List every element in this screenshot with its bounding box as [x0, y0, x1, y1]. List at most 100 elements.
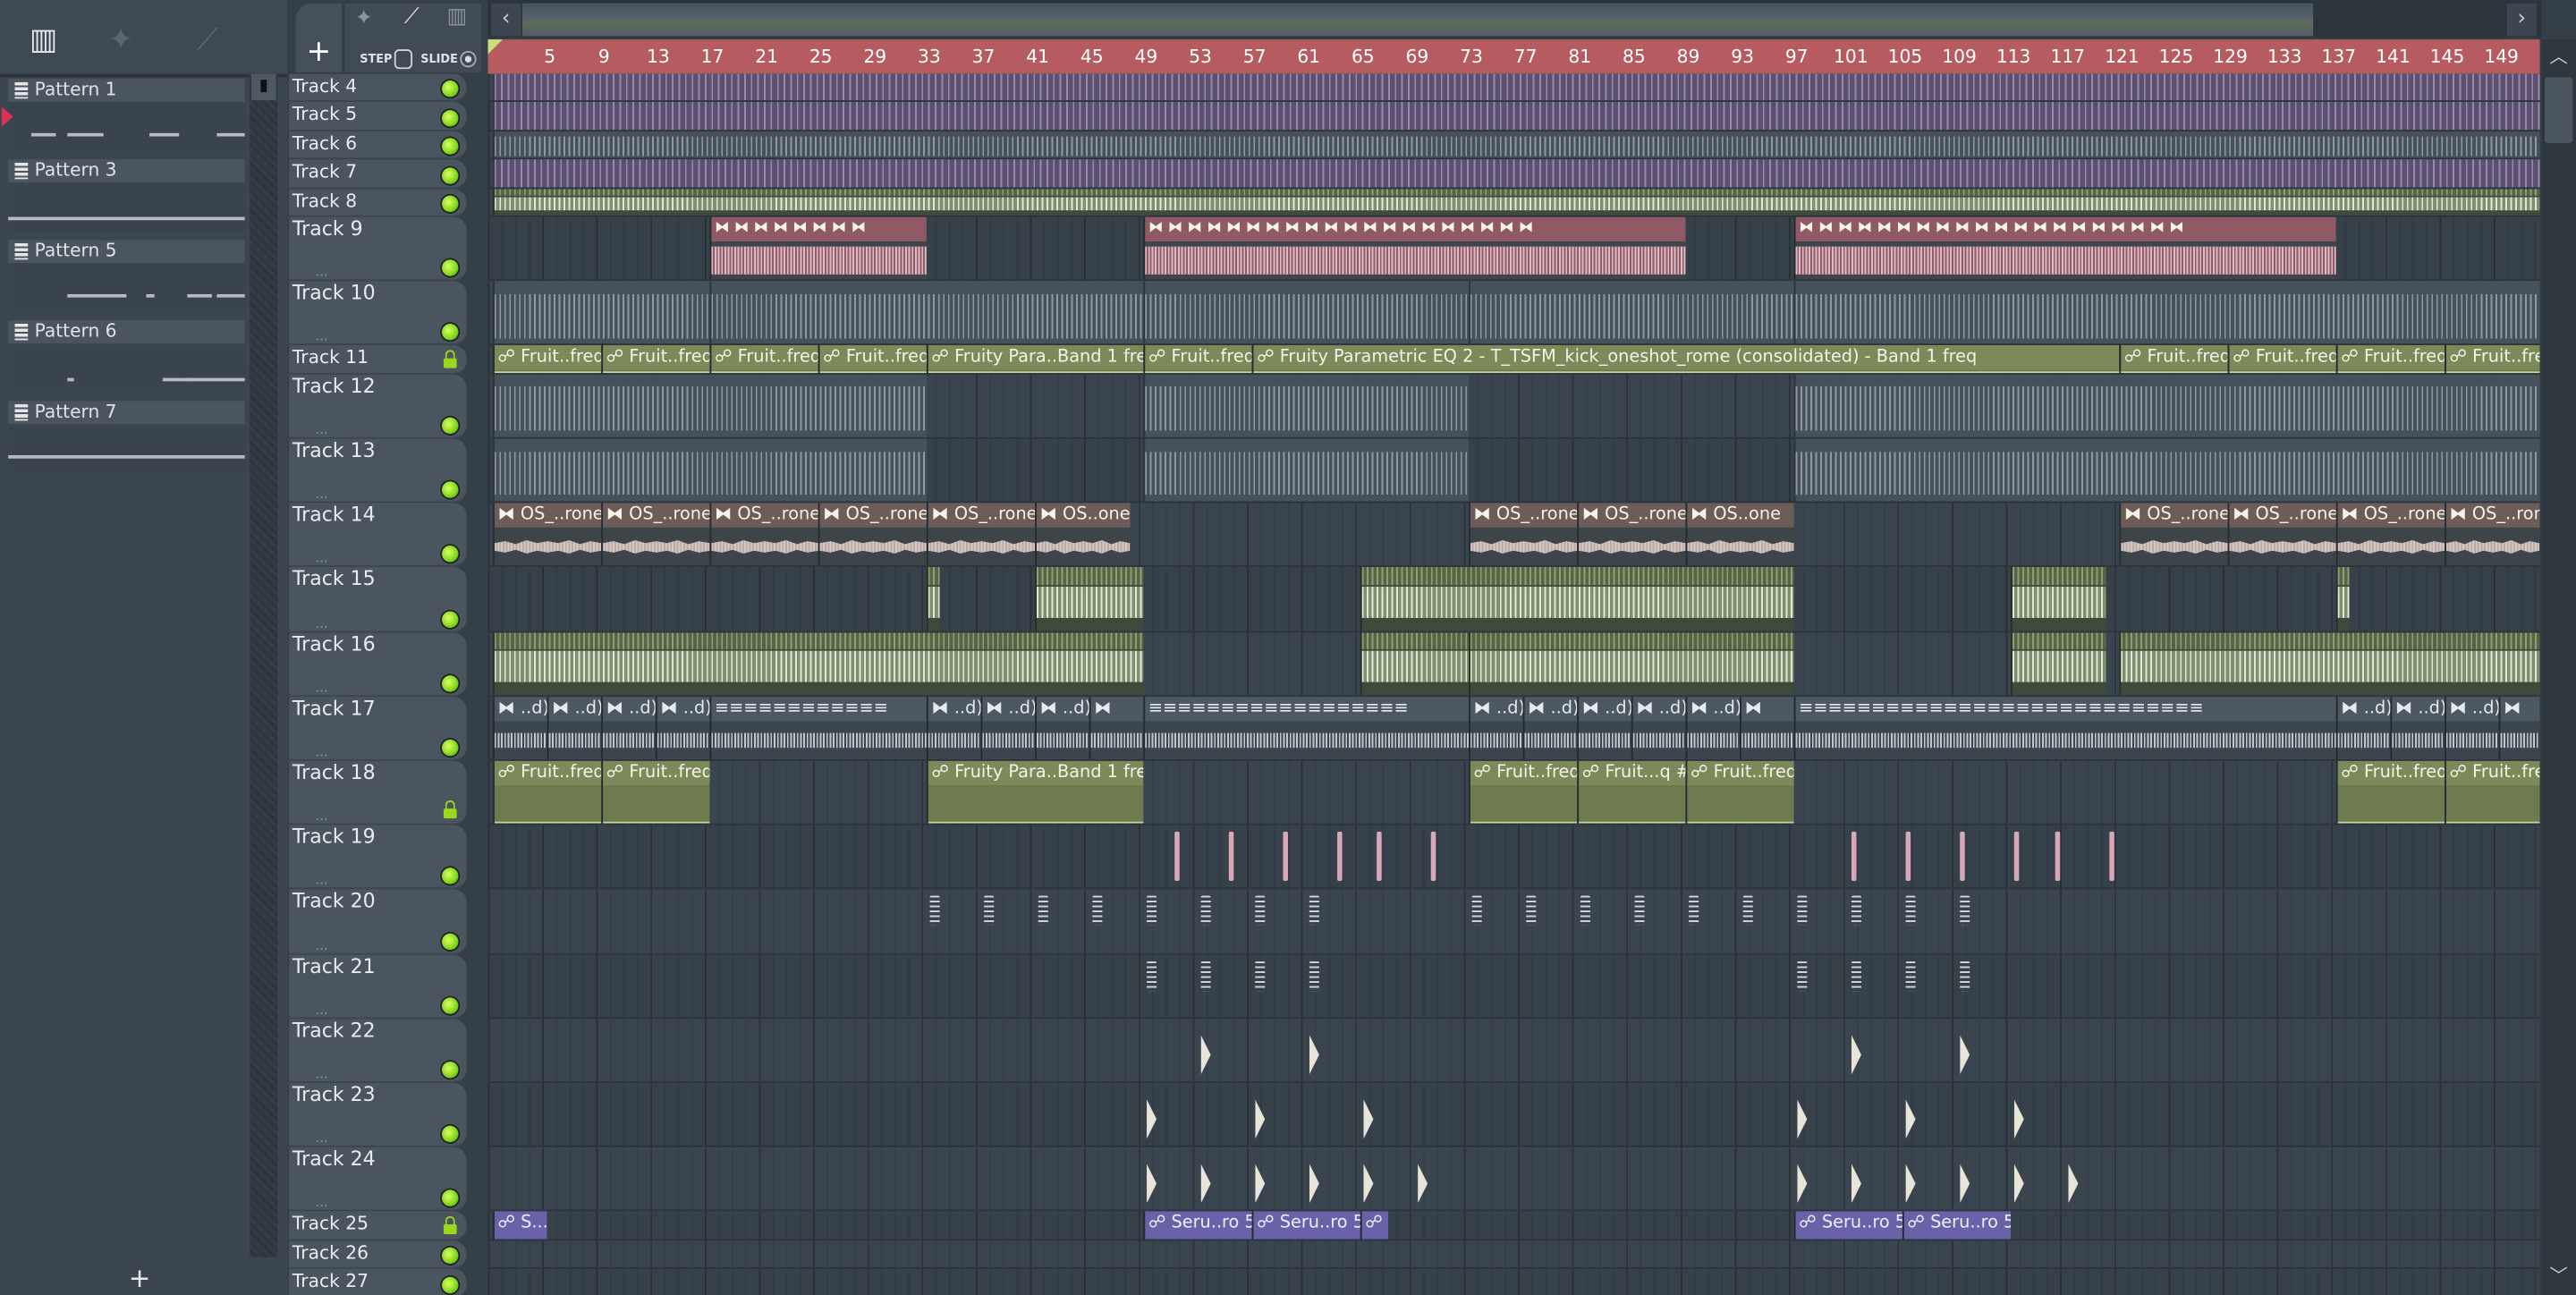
track-header[interactable]: Track 21...	[289, 953, 467, 1019]
track-header[interactable]: Track 15...	[289, 567, 467, 632]
note-marker[interactable]	[984, 896, 995, 927]
track-lane[interactable]	[487, 567, 2540, 632]
note-marker[interactable]	[1363, 1099, 1374, 1139]
note-marker[interactable]	[1377, 832, 1383, 882]
track-name[interactable]: Track 10	[292, 282, 376, 305]
note-marker[interactable]	[1309, 961, 1319, 991]
clip[interactable]	[493, 438, 927, 502]
track-lane[interactable]	[487, 953, 2540, 1019]
track-enable-led[interactable]	[442, 259, 459, 277]
clip[interactable]	[1469, 281, 1794, 344]
clip[interactable]: ☍ Fruit..freq	[2335, 760, 2445, 824]
clip[interactable]	[2119, 631, 2540, 695]
clip[interactable]: ⧓ ..d)	[1685, 696, 1741, 759]
pattern-label[interactable]: Pattern 1	[8, 79, 245, 102]
note-marker[interactable]	[2068, 1164, 2079, 1204]
track-options-dots[interactable]: ...	[316, 680, 328, 695]
track-lane[interactable]	[487, 1019, 2540, 1083]
clip[interactable]	[1360, 631, 1470, 695]
track-lane[interactable]	[487, 438, 2540, 504]
clip[interactable]: ☍ Seru..ro 5	[1793, 1212, 1902, 1240]
track-lane[interactable]	[487, 1082, 2540, 1147]
note-marker[interactable]	[1309, 1035, 1319, 1075]
track-name[interactable]: Track 12	[292, 375, 376, 398]
clip[interactable]	[926, 567, 941, 631]
track-name[interactable]: Track 8	[292, 190, 357, 211]
track-name[interactable]: Track 26	[292, 1242, 369, 1264]
pattern-item[interactable]: Pattern 5	[5, 237, 249, 317]
clip[interactable]: ⧓ OS_..rone	[2335, 503, 2445, 566]
picker-scrollbar[interactable]	[250, 73, 278, 1257]
pattern-clip-icon[interactable]: ▥	[447, 5, 468, 30]
clip[interactable]	[493, 631, 1144, 695]
track-header[interactable]: Track 20...	[289, 889, 467, 954]
clip[interactable]	[493, 374, 927, 437]
track-lane[interactable]	[487, 102, 2540, 131]
playhead-marker[interactable]	[487, 39, 504, 55]
track-enable-led[interactable]	[442, 109, 459, 127]
track-options-dots[interactable]: ...	[316, 744, 328, 759]
track-options-dots[interactable]: ...	[316, 265, 328, 280]
scroll-down-icon[interactable]: ﹀	[2541, 1262, 2576, 1291]
clip[interactable]: ⧓ OS_..rone	[1577, 503, 1686, 566]
track-lane[interactable]	[487, 131, 2540, 160]
clip[interactable]	[1143, 281, 1470, 344]
track-options-dots[interactable]: ...	[316, 873, 328, 888]
clip[interactable]: ☍ Seru..ro 5	[1902, 1212, 2012, 1240]
note-marker[interactable]	[1960, 1164, 1970, 1204]
note-marker[interactable]	[1200, 896, 1211, 927]
track-name[interactable]: Track 7	[292, 161, 357, 182]
clip[interactable]: ⧓ ..d)	[2390, 696, 2445, 759]
clip[interactable]: ⧓ OS_..rone	[2445, 503, 2540, 566]
clip[interactable]: ⧓ OS..one	[1685, 503, 1794, 566]
track-name[interactable]: Track 13	[292, 439, 376, 462]
add-pattern-button[interactable]: +	[0, 1262, 279, 1295]
track-header[interactable]: Track 17...	[289, 696, 467, 761]
note-marker[interactable]	[2055, 832, 2060, 882]
track-header[interactable]: Track 27	[289, 1268, 467, 1295]
track-enable-led[interactable]	[442, 674, 459, 692]
time-ruler[interactable]: 5 9 13 17 21 25 29 33 37 41 45 49 53 57 61 65 69 73 77 81 85…	[487, 39, 2540, 74]
track-lane[interactable]: ☍ Fruit..freq ☍ Fruit..freq ☍ Fruity Para.…	[487, 760, 2540, 825]
track-enable-led[interactable]	[442, 324, 459, 342]
pattern-item[interactable]: Pattern 1	[1, 76, 249, 157]
clip[interactable]: ⧓ ..d)	[601, 696, 656, 759]
clip[interactable]	[1469, 631, 1794, 695]
note-marker[interactable]	[1851, 832, 1857, 882]
clip[interactable]: ⧓ ..d)	[1577, 696, 1631, 759]
note-marker[interactable]	[1147, 1164, 1157, 1204]
piano-roll-icon[interactable]: ▥	[30, 23, 57, 58]
track-lane[interactable]	[487, 374, 2540, 439]
track-header[interactable]: Track 24...	[289, 1147, 467, 1213]
track-enable-led[interactable]	[442, 80, 459, 98]
clip[interactable]: ≡≡≡≡≡≡≡≡≡≡≡≡	[709, 696, 927, 759]
track-enable-led[interactable]	[442, 868, 459, 885]
note-marker[interactable]	[1851, 896, 1861, 927]
note-marker[interactable]	[1282, 832, 1288, 882]
track-header[interactable]: Track 18...	[289, 760, 467, 825]
clip[interactable]: ⧓ OS_..rone	[493, 503, 602, 566]
track-enable-led[interactable]	[442, 1276, 459, 1293]
note-marker[interactable]	[1309, 896, 1319, 927]
track-enable-led[interactable]	[442, 739, 459, 757]
track-options-dots[interactable]: ...	[316, 937, 328, 952]
clip[interactable]: ⧓	[2498, 696, 2540, 759]
track-options-dots[interactable]: ...	[316, 1003, 328, 1018]
track-header[interactable]: Track 22...	[289, 1018, 467, 1083]
clip[interactable]	[2011, 631, 2106, 695]
track-name[interactable]: Track 14	[292, 504, 376, 527]
track-name[interactable]: Track 23	[292, 1083, 376, 1106]
pattern-item[interactable]: Pattern 3	[5, 157, 249, 237]
slide-toggle[interactable]	[460, 50, 477, 68]
clip[interactable]	[1793, 438, 2540, 502]
clip[interactable]: ⧓ OS_..rone	[709, 503, 818, 566]
track-lane[interactable]: ⧓ ..d) ⧓ ..d) ⧓ ..d) ⧓ ..d) ≡≡≡≡≡≡≡≡≡≡≡≡ ⧓ ..…	[487, 696, 2540, 761]
clip[interactable]: ⧓ ..d)	[655, 696, 710, 759]
track-header[interactable]: Track 10...	[289, 281, 467, 346]
track-lane[interactable]	[487, 1268, 2540, 1295]
note-marker[interactable]	[1960, 1035, 1970, 1075]
scroll-left-button[interactable]: ‹	[491, 3, 521, 37]
add-track-button[interactable]: +	[295, 3, 343, 72]
note-marker[interactable]	[1255, 1164, 1266, 1204]
note-marker[interactable]	[1038, 896, 1048, 927]
